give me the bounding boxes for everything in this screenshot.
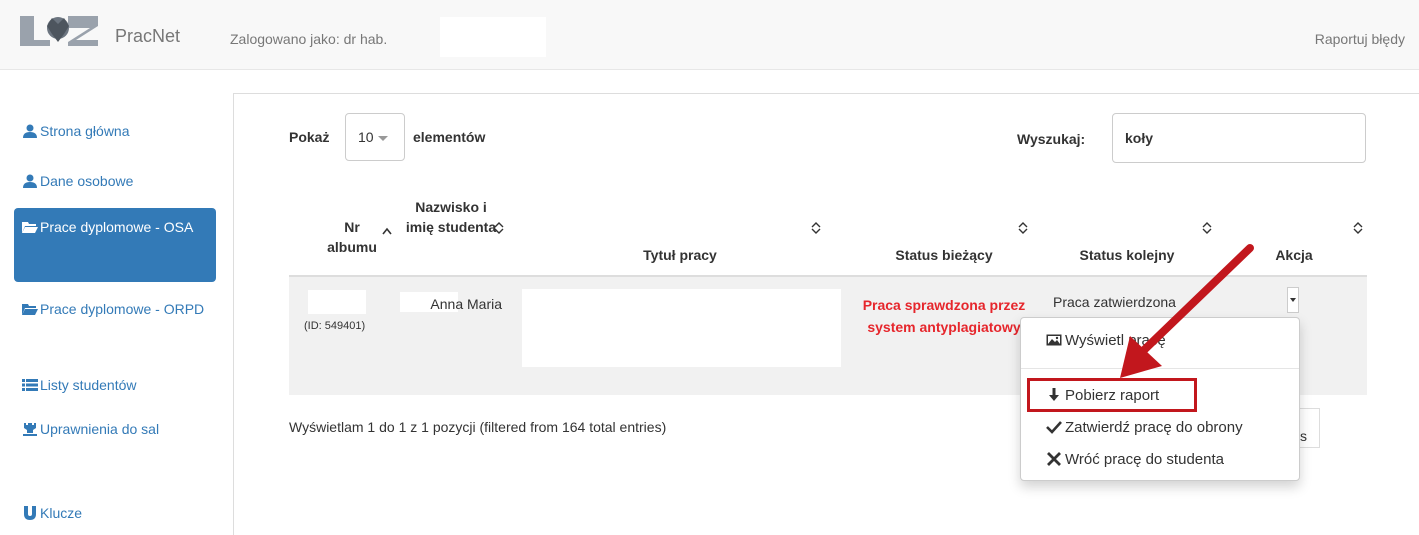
sidebar-item-theses-osa[interactable]: Prace dyplomowe - OSA <box>14 208 216 282</box>
magnet-icon <box>24 506 36 520</box>
brand-name[interactable]: PracNet <box>115 26 180 47</box>
sort-icon[interactable] <box>1353 222 1363 234</box>
search-input[interactable] <box>1112 113 1366 163</box>
page-size-value: 10 <box>358 129 374 145</box>
column-header-status-current[interactable]: Status bieżący <box>866 245 1022 265</box>
sidebar-item-label: Prace dyplomowe - ORPD <box>40 301 205 317</box>
show-label: Pokaż <box>289 129 330 145</box>
sort-icon[interactable] <box>811 222 821 234</box>
folder-open-icon <box>22 304 38 315</box>
report-bugs-link[interactable]: Raportuj błędy <box>1315 31 1405 47</box>
sidebar-item-label: Strona główna <box>40 123 130 139</box>
column-header-student[interactable]: Nazwisko i imię studenta <box>404 197 498 237</box>
menu-item-label: Zatwierdź pracę do obrony <box>1065 419 1243 436</box>
user-icon <box>23 124 37 138</box>
table-info: Wyświetlam 1 do 1 z 1 pozycji (filtered … <box>289 419 667 435</box>
column-header-action[interactable]: Akcja <box>1266 245 1322 265</box>
redacted-album-number <box>308 290 366 314</box>
logged-in-as: Zalogowano jako: dr hab. <box>230 31 388 47</box>
status-next: Praca zatwierdzona <box>1053 294 1176 310</box>
menu-item-approve-defense[interactable]: Zatwierdź pracę do obrony <box>1021 418 1299 438</box>
redacted-thesis-title <box>522 289 841 367</box>
action-dropdown-toggle[interactable] <box>1287 287 1299 313</box>
sidebar-item-label: Uprawnienia do sal <box>40 421 160 437</box>
check-icon <box>1046 421 1062 434</box>
panel-border-top <box>233 93 1419 94</box>
column-header-status-next[interactable]: Status kolejny <box>1052 245 1202 265</box>
sidebar-item-theses-orpd[interactable]: Prace dyplomowe - ORPD <box>14 298 216 320</box>
redacted-username <box>440 17 546 57</box>
sidebar-item-label: Prace dyplomowe - OSA <box>40 219 194 235</box>
menu-item-label: Wróć pracę do studenta <box>1065 451 1224 468</box>
menu-item-return-to-student[interactable]: Wróć pracę do studenta <box>1021 450 1299 470</box>
sidebar-item-student-lists[interactable]: Listy studentów <box>14 374 216 396</box>
x-icon <box>1047 452 1061 466</box>
panel-border-left <box>233 93 234 535</box>
student-name: Anna Maria <box>430 296 502 312</box>
uz-logo-icon[interactable] <box>18 12 100 50</box>
status-current: Praca sprawdzona przez system antyplagia… <box>862 297 1026 335</box>
picture-icon <box>1046 334 1062 346</box>
record-id: (ID: 549401) <box>304 320 366 332</box>
menu-divider <box>1021 368 1299 369</box>
sidebar-item-room-permissions[interactable]: Uprawnienia do sal <box>14 418 216 440</box>
pagination-label-fragment: s <box>1300 428 1307 444</box>
sidebar-item-label: Listy studentów <box>40 377 137 393</box>
sidebar-item-label: Klucze <box>40 505 83 521</box>
sort-icon[interactable] <box>494 222 504 234</box>
annotation-highlight-box <box>1027 378 1197 412</box>
sort-asc-icon[interactable] <box>382 225 392 237</box>
sidebar-item-personal-data[interactable]: Dane osobowe <box>14 170 216 192</box>
top-navbar: PracNet Zalogowano jako: dr hab. Raportu… <box>0 0 1419 70</box>
menu-item-label: Wyświetl pracę <box>1065 332 1166 349</box>
sort-icon[interactable] <box>1202 222 1212 234</box>
sidebar-item-home[interactable]: Strona główna <box>14 120 216 142</box>
sidebar-item-keys[interactable]: Klucze <box>14 502 216 524</box>
search-label: Wyszukaj: <box>1017 131 1086 147</box>
user-icon <box>23 174 37 188</box>
sort-icon[interactable] <box>1018 222 1028 234</box>
folder-open-icon <box>22 222 38 233</box>
sidebar-item-label: Dane osobowe <box>40 173 134 189</box>
column-header-album[interactable]: Nr albumu <box>326 217 378 257</box>
elements-label: elementów <box>413 129 486 145</box>
list-icon <box>22 379 38 391</box>
chevron-down-icon <box>377 136 388 141</box>
menu-item-view-thesis[interactable]: Wyświetl pracę <box>1021 331 1299 351</box>
page-size-select[interactable]: 10 <box>345 113 405 161</box>
tower-icon <box>23 423 37 436</box>
column-header-title[interactable]: Tytuł pracy <box>600 245 760 265</box>
